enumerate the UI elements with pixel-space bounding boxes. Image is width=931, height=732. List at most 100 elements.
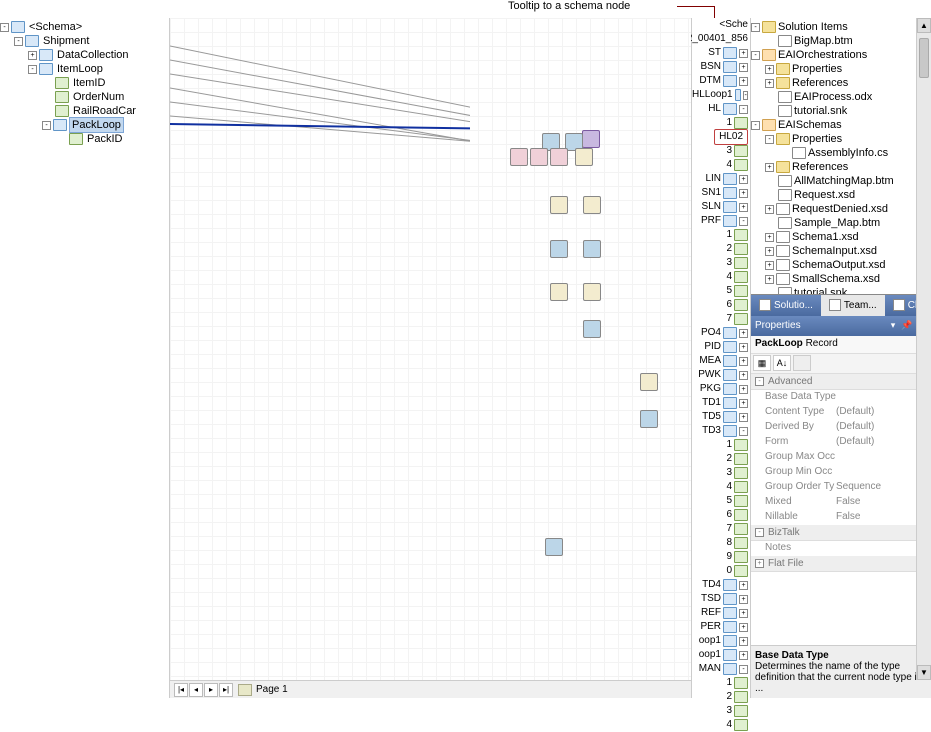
toggle-icon[interactable]: + <box>739 637 748 646</box>
property-row[interactable]: Group Max Occ <box>751 450 931 465</box>
toggle-collapse-icon[interactable]: - <box>28 65 37 74</box>
node-label[interactable]: Schema1.xsd <box>792 230 859 244</box>
first-page-button[interactable]: |◂ <box>174 683 188 697</box>
source-node[interactable]: -PackLoop <box>0 118 169 132</box>
node-label[interactable]: 3 <box>726 704 732 718</box>
dest-node[interactable]: 4 <box>692 158 750 172</box>
toggle-icon[interactable]: + <box>739 63 748 72</box>
node-label[interactable]: 3 <box>726 144 732 158</box>
source-node[interactable]: OrderNum <box>0 90 169 104</box>
node-label[interactable]: DTM <box>699 74 721 88</box>
dest-node[interactable]: LIN+ <box>692 172 750 186</box>
node-label[interactable]: AllMatchingMap.btm <box>794 174 894 188</box>
node-label[interactable]: BSN <box>700 60 721 74</box>
dest-node[interactable]: 1 <box>692 676 750 690</box>
toggle-icon[interactable]: + <box>765 261 774 270</box>
node-label[interactable]: HL <box>708 102 721 116</box>
node-label[interactable]: TD4 <box>702 578 721 592</box>
toggle-icon[interactable]: + <box>739 651 748 660</box>
scroll-thumb[interactable] <box>919 38 929 78</box>
dest-node[interactable]: REF+ <box>692 606 750 620</box>
node-label[interactable]: oop1 <box>699 648 721 662</box>
toggle-icon[interactable]: - <box>755 377 764 386</box>
property-row[interactable]: Group Min Occ <box>751 465 931 480</box>
node-label[interactable]: PO4 <box>701 326 721 340</box>
toggle-icon[interactable]: + <box>739 357 748 366</box>
node-label[interactable]: 1 <box>726 438 732 452</box>
solution-node[interactable]: Request.xsd <box>751 188 931 202</box>
dest-node[interactable]: oop1 + <box>692 648 750 662</box>
dest-node[interactable]: PER+ <box>692 620 750 634</box>
toggle-collapse-icon[interactable]: - <box>14 37 23 46</box>
dest-node[interactable]: 1 <box>692 228 750 242</box>
solution-node[interactable]: BigMap.btm <box>751 34 931 48</box>
solution-node[interactable]: AllMatchingMap.btm <box>751 174 931 188</box>
toggle-icon[interactable]: + <box>739 399 748 408</box>
toggle-icon[interactable]: - <box>739 665 748 674</box>
categorized-button[interactable]: ▦ <box>753 355 771 371</box>
node-label[interactable]: PKG <box>700 382 721 396</box>
dest-node[interactable]: 7 <box>692 312 750 326</box>
toggle-collapse-icon[interactable]: - <box>42 121 51 130</box>
node-label[interactable]: SLN <box>702 200 721 214</box>
property-row[interactable]: MixedFalse <box>751 495 931 510</box>
node-label[interactable]: 2_00401_856 <box>687 32 748 46</box>
toggle-icon[interactable]: - <box>751 23 760 32</box>
dest-node[interactable]: 4 <box>692 718 750 732</box>
solution-node[interactable]: AssemblyInfo.cs <box>751 146 931 160</box>
node-label[interactable]: 4 <box>726 718 732 732</box>
node-label[interactable]: AssemblyInfo.cs <box>808 146 888 160</box>
last-page-button[interactable]: ▸| <box>219 683 233 697</box>
dest-node[interactable]: PWK+ <box>692 368 750 382</box>
node-label[interactable]: 1 <box>726 228 732 242</box>
node-label[interactable]: SchemaOutput.xsd <box>792 258 886 272</box>
node-label[interactable]: Request.xsd <box>794 188 855 202</box>
dest-node[interactable]: TD5+ <box>692 410 750 424</box>
node-label[interactable]: DataCollection <box>55 48 131 62</box>
functoid[interactable] <box>545 538 563 556</box>
node-label[interactable]: SchemaInput.xsd <box>792 244 877 258</box>
toggle-icon[interactable]: + <box>765 233 774 242</box>
toggle-icon[interactable]: - <box>755 528 764 537</box>
node-label[interactable]: EAISchemas <box>778 118 842 132</box>
dest-node[interactable]: 7 <box>692 522 750 536</box>
node-label[interactable]: 2 <box>726 452 732 466</box>
tool-window-tabs[interactable]: Solutio...Team...Class... <box>751 294 931 316</box>
property-row[interactable]: Content Type(Default) <box>751 405 931 420</box>
node-label[interactable]: 6 <box>726 298 732 312</box>
solution-node[interactable]: EAIProcess.odx <box>751 90 931 104</box>
toggle-icon[interactable]: + <box>739 77 748 86</box>
toggle-icon[interactable]: - <box>751 51 760 60</box>
functoid[interactable] <box>640 410 658 428</box>
dest-node[interactable]: DTM + <box>692 74 750 88</box>
node-label[interactable]: 5 <box>726 284 732 298</box>
property-category[interactable]: -BizTalk <box>751 525 931 541</box>
toggle-icon[interactable]: + <box>739 581 748 590</box>
solution-explorer-tree[interactable]: -Solution ItemsBigMap.btm-EAIOrchestrati… <box>751 18 931 294</box>
dest-node[interactable]: 3 <box>692 466 750 480</box>
dest-node[interactable]: TD4 + <box>692 578 750 592</box>
dest-node[interactable]: 1 <box>692 116 750 130</box>
node-label[interactable]: BigMap.btm <box>794 34 853 48</box>
node-label[interactable]: SmallSchema.xsd <box>792 272 880 286</box>
toggle-icon[interactable]: + <box>739 413 748 422</box>
toggle-icon[interactable]: - <box>743 91 748 100</box>
node-label[interactable]: PWK <box>698 368 721 382</box>
toggle-icon[interactable]: - <box>739 427 748 436</box>
node-label[interactable]: References <box>792 160 848 174</box>
dest-node[interactable]: 5 <box>692 494 750 508</box>
node-label[interactable]: 7 <box>726 312 732 326</box>
toggle-expand-icon[interactable]: + <box>28 51 37 60</box>
dest-node[interactable]: 3 <box>692 256 750 270</box>
dest-node[interactable]: BSN + <box>692 60 750 74</box>
node-label[interactable]: 0 <box>726 564 732 578</box>
dest-node[interactable]: 2_00401_856 <box>692 32 750 46</box>
dest-node[interactable]: oop1+ <box>692 634 750 648</box>
node-label[interactable]: OrderNum <box>71 90 126 104</box>
toggle-icon[interactable]: + <box>739 609 748 618</box>
properties-object-caption[interactable]: PackLoop Record <box>751 336 931 354</box>
node-label[interactable]: Sample_Map.btm <box>794 216 880 230</box>
node-label[interactable]: 3 <box>726 256 732 270</box>
dest-node[interactable]: 6 <box>692 298 750 312</box>
property-category[interactable]: +Flat File <box>751 556 931 572</box>
